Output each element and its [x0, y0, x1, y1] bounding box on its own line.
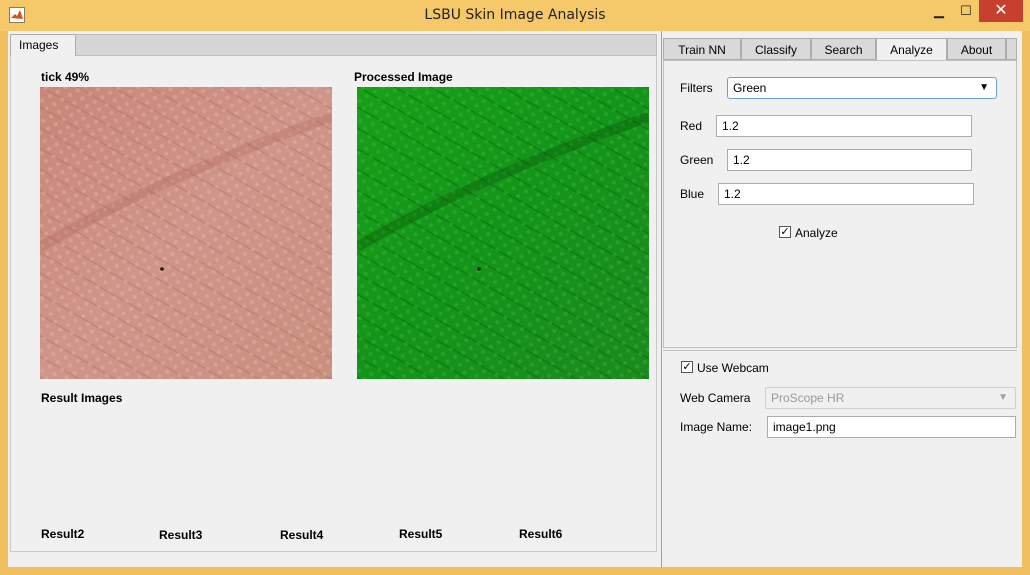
analyze-checkbox[interactable]: ✓: [779, 226, 791, 238]
window-title: LSBU Skin Image Analysis: [424, 7, 606, 23]
images-tabstrip: [10, 34, 657, 56]
tab-images[interactable]: Images: [10, 34, 76, 57]
processed-image-label: Processed Image: [354, 70, 453, 84]
result4-label: Result4: [280, 528, 324, 542]
blue-label: Blue: [680, 187, 705, 201]
analyze-checkbox-label[interactable]: Analyze: [795, 226, 838, 240]
result3-label: Result3: [159, 528, 203, 542]
filters-label: Filters: [680, 81, 713, 95]
chevron-down-icon: ▼: [998, 392, 1008, 403]
web-camera-label: Web Camera: [680, 391, 751, 405]
green-input[interactable]: 1.2: [727, 149, 972, 171]
processed-green-image: [354, 87, 651, 379]
original-image-label: tick 49%: [41, 70, 90, 84]
panel-divider: [663, 350, 1017, 351]
checkmark-icon: ✓: [780, 226, 790, 238]
tab-about[interactable]: About: [947, 38, 1006, 60]
red-label: Red: [680, 119, 703, 133]
web-camera-select-value: ProScope HR: [771, 391, 845, 405]
tab-strip-filler: [1006, 38, 1017, 60]
checkmark-icon: ✓: [682, 361, 692, 373]
images-panel: Images tick 49% Processed Image Result I…: [8, 31, 659, 566]
result2-label: Result2: [41, 527, 85, 541]
minimize-button[interactable]: ▁: [926, 0, 952, 22]
web-camera-select[interactable]: ProScope HR ▼: [765, 387, 1016, 409]
filters-select-value: Green: [733, 81, 767, 95]
tab-train-nn[interactable]: Train NN: [663, 38, 741, 60]
result6-label: Result6: [519, 527, 563, 541]
blue-input[interactable]: 1.2: [718, 183, 974, 205]
red-input[interactable]: 1.2: [716, 115, 972, 137]
chevron-down-icon: ▼: [979, 82, 989, 93]
original-skin-image: [37, 87, 334, 379]
tab-analyze[interactable]: Analyze: [876, 38, 947, 61]
image-name-label: Image Name:: [680, 420, 753, 434]
image-name-input[interactable]: image1.png: [767, 416, 1016, 438]
tab-search[interactable]: Search: [811, 38, 876, 60]
result5-label: Result5: [399, 527, 443, 541]
tab-classify[interactable]: Classify: [741, 38, 811, 60]
title-bar: LSBU Skin Image Analysis ▁ ☐ ✕: [0, 0, 1030, 31]
client-area: Images tick 49% Processed Image Result I…: [8, 31, 1022, 567]
filters-select[interactable]: Green ▼: [727, 77, 997, 99]
use-webcam-checkbox[interactable]: ✓: [681, 361, 693, 373]
use-webcam-label[interactable]: Use Webcam: [697, 361, 769, 375]
maximize-button[interactable]: ☐: [953, 0, 979, 22]
green-label: Green: [680, 153, 714, 167]
close-button[interactable]: ✕: [979, 0, 1023, 22]
result-images-label: Result Images: [41, 391, 123, 405]
